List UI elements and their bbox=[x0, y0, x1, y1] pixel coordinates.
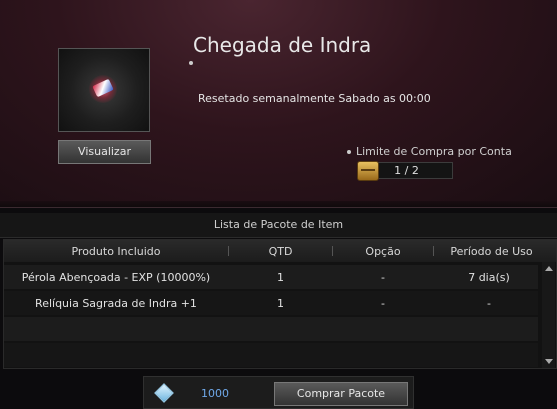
package-thumbnail bbox=[58, 48, 150, 132]
scroll-down-icon[interactable] bbox=[545, 359, 553, 364]
view-button[interactable]: Visualizar bbox=[58, 140, 151, 164]
product-period: 7 dia(s) bbox=[468, 271, 510, 284]
list-scrollbar[interactable] bbox=[542, 262, 555, 368]
purchase-footer: 1000 Comprar Pacote bbox=[143, 376, 414, 409]
diamond-gem-icon bbox=[154, 383, 174, 403]
table-header: Produto Incluido QTD Opção Período de Us… bbox=[4, 240, 556, 262]
package-detail-panel: Visualizar Chegada de Indra Resetado sem… bbox=[0, 0, 557, 208]
column-header-qty: QTD bbox=[268, 245, 293, 258]
product-qty: 1 bbox=[277, 297, 284, 310]
product-option: - bbox=[381, 297, 385, 310]
product-qty: 1 bbox=[277, 271, 284, 284]
purchase-limit-box: 1 / 2 bbox=[357, 161, 453, 181]
item-list-table: Produto Incluido QTD Opção Período de Us… bbox=[3, 239, 557, 369]
buy-package-button[interactable]: Comprar Pacote bbox=[274, 382, 408, 406]
purchase-limit-value: 1 / 2 bbox=[394, 164, 419, 177]
column-header-product: Produto Incluido bbox=[71, 245, 161, 258]
item-list-title: Lista de Pacote de Item bbox=[0, 213, 557, 238]
package-title: Chegada de Indra bbox=[193, 33, 372, 57]
column-header-period: Período de Uso bbox=[450, 245, 533, 258]
package-price: 1000 bbox=[201, 387, 229, 400]
table-row[interactable]: Pérola Abençoada - EXP (10000%) 1 - 7 di… bbox=[4, 265, 538, 289]
product-name: Relíquia Sagrada de Indra +1 bbox=[35, 297, 197, 310]
reset-info: Resetado semanalmente Sabado as 00:00 bbox=[198, 92, 431, 105]
scroll-up-icon[interactable] bbox=[545, 266, 553, 271]
table-row[interactable]: Relíquia Sagrada de Indra +1 1 - - bbox=[4, 291, 538, 315]
purchase-limit-label: Limite de Compra por Conta bbox=[347, 145, 512, 158]
product-period: - bbox=[487, 297, 491, 310]
product-name: Pérola Abençoada - EXP (10000%) bbox=[21, 271, 211, 284]
limit-bullet-icon bbox=[347, 150, 351, 154]
table-row-empty bbox=[4, 317, 538, 341]
column-header-option: Opção bbox=[365, 245, 401, 258]
purchase-limit-text: Limite de Compra por Conta bbox=[356, 145, 512, 158]
product-option: - bbox=[381, 271, 385, 284]
title-bullet-icon bbox=[189, 61, 193, 65]
table-row-empty bbox=[4, 343, 538, 367]
